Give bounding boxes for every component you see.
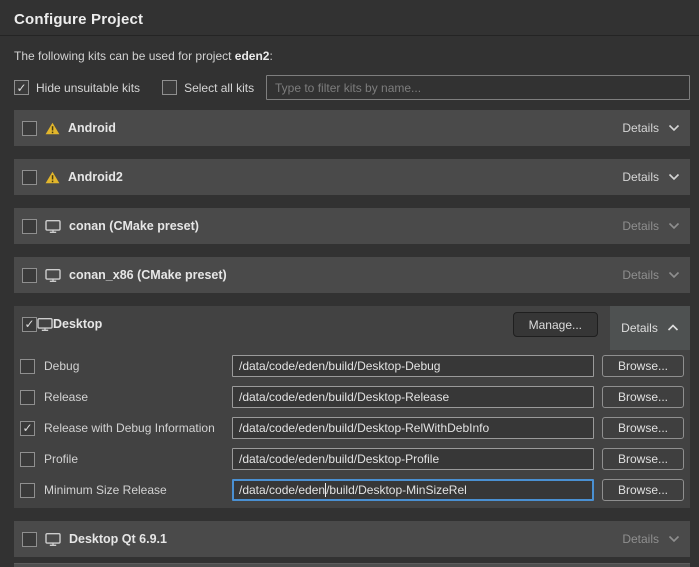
details-button[interactable]: Details [620,257,682,293]
kit-row-conan[interactable]: conan (CMake preset) Details [14,208,690,244]
details-button[interactable]: Details [610,306,690,350]
path-text-before-caret: /data/code/eden [239,483,325,497]
browse-button[interactable]: Browse... [602,417,684,439]
kit-checkbox[interactable] [22,170,37,185]
build-config-checkbox[interactable] [20,452,35,467]
kit-row-android2[interactable]: Android2 Details [14,159,690,195]
select-all-kits-label: Select all kits [184,81,254,95]
select-all-kits-checkbox-group[interactable]: Select all kits [162,80,254,95]
browse-button[interactable]: Browse... [602,386,684,408]
kit-name: Desktop Qt 6.9.1 [69,532,167,546]
build-config-checkbox[interactable] [20,390,35,405]
browse-button[interactable]: Browse... [602,479,684,501]
build-config-checkbox[interactable] [20,483,35,498]
monitor-icon [45,220,61,233]
chevron-down-icon [668,124,680,132]
kit-name: conan_x86 (CMake preset) [69,268,227,282]
hide-unsuitable-kits-label: Hide unsuitable kits [36,81,140,95]
hide-unsuitable-kits-checkbox-group[interactable]: Hide unsuitable kits [14,80,140,95]
build-config-label: Release [44,390,88,404]
kit-name: Android [68,121,116,135]
subtitle-suffix: : [269,49,272,63]
monitor-icon [45,269,61,282]
build-dir-input[interactable] [232,386,594,408]
kit-section-desktop: Desktop Manage... Details Debug Browse..… [14,306,690,508]
page-title: Configure Project [14,11,685,28]
chevron-down-icon [668,222,680,230]
monitor-icon [37,318,53,331]
kit-row-desktop-qt-691[interactable]: Desktop Qt 6.9.1 Details [14,521,690,557]
details-button[interactable]: Details [620,159,682,195]
details-label: Details [622,268,659,282]
build-config-row-relwithdebinfo: Release with Debug Information Browse... [20,417,684,439]
build-dir-input[interactable] [232,355,594,377]
chevron-down-icon [668,535,680,543]
details-label: Details [621,321,658,335]
kit-name: Android2 [68,170,123,184]
hide-unsuitable-kits-checkbox[interactable] [14,80,29,95]
kit-row-conan-x86[interactable]: conan_x86 (CMake preset) Details [14,257,690,293]
kit-checkbox[interactable] [22,121,37,136]
details-label: Details [622,170,659,184]
manage-kits-button[interactable]: Manage... [513,312,598,337]
kit-checkbox[interactable] [22,268,37,283]
warning-icon [45,122,60,135]
project-name: eden2 [235,49,270,63]
monitor-icon [45,533,61,546]
build-config-checkbox[interactable] [20,359,35,374]
build-config-checkbox[interactable] [20,421,35,436]
build-dir-input[interactable] [232,448,594,470]
browse-button[interactable]: Browse... [602,448,684,470]
details-button[interactable]: Details [620,110,682,146]
build-dir-input-focused[interactable]: /data/code/eden/build/Desktop-MinSizeRel [232,479,594,501]
warning-icon [45,171,60,184]
kit-checkbox[interactable] [22,219,37,234]
path-text-after-caret: /build/Desktop-MinSizeRel [326,483,467,497]
build-config-row-minsizerel: Minimum Size Release /data/code/eden/bui… [20,479,684,501]
kit-checkbox[interactable] [22,532,37,547]
build-config-label: Debug [44,359,79,373]
build-config-label: Profile [44,452,78,466]
kit-list: Android Details Android2 Details conan (… [14,110,690,557]
build-dir-input[interactable] [232,417,594,439]
build-config-label: Minimum Size Release [44,483,167,497]
kit-name: Desktop [53,317,102,331]
browse-button[interactable]: Browse... [602,355,684,377]
details-label: Details [622,121,659,135]
kit-row-android[interactable]: Android Details [14,110,690,146]
kit-name: conan (CMake preset) [69,219,199,233]
details-label: Details [622,532,659,546]
build-config-row-debug: Debug Browse... [20,355,684,377]
kits-subtitle: The following kits can be used for proje… [14,49,685,63]
kit-checkbox[interactable] [22,317,37,332]
kit-filter-bar: Hide unsuitable kits Select all kits [14,75,690,100]
details-label: Details [622,219,659,233]
build-config-row-profile: Profile Browse... [20,448,684,470]
build-config-row-release: Release Browse... [20,386,684,408]
chevron-up-icon [667,324,679,332]
details-button[interactable]: Details [620,521,682,557]
chevron-down-icon [668,173,680,181]
build-config-label: Release with Debug Information [44,421,215,435]
desktop-build-configs: Debug Browse... Release Browse... Releas… [14,342,690,508]
kit-filter-input[interactable] [266,75,690,100]
details-button[interactable]: Details [620,208,682,244]
page-header: Configure Project [0,0,699,36]
partially-visible-next-kit-row[interactable] [14,563,690,567]
chevron-down-icon [668,271,680,279]
select-all-kits-checkbox[interactable] [162,80,177,95]
subtitle-prefix: The following kits can be used for proje… [14,49,235,63]
